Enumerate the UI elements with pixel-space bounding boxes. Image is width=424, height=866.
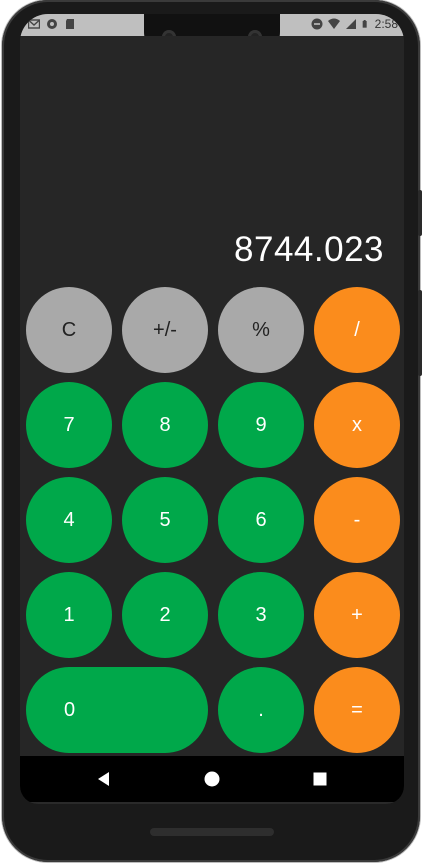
sd-card-icon <box>66 19 74 29</box>
back-button[interactable] <box>94 770 114 788</box>
home-button[interactable] <box>202 770 222 788</box>
digit-3-button[interactable]: 3 <box>218 572 304 658</box>
bottom-speaker-grille <box>150 828 274 836</box>
digit-4-button[interactable]: 4 <box>26 477 112 563</box>
digit-2-button[interactable]: 2 <box>122 572 208 658</box>
digit-7-button[interactable]: 7 <box>26 382 112 468</box>
status-time: 2:58 <box>374 17 398 31</box>
screen: 2:58 8744.023 C +/- % / 7 8 9 x 4 5 6 - <box>20 14 404 804</box>
clear-button[interactable]: C <box>26 287 112 373</box>
status-left-icons <box>28 18 76 30</box>
decimal-button[interactable]: . <box>218 667 304 753</box>
percent-button[interactable]: % <box>218 287 304 373</box>
result-display: 8744.023 <box>234 230 384 269</box>
volume-button <box>418 290 422 376</box>
recents-button[interactable] <box>310 770 330 788</box>
digit-8-button[interactable]: 8 <box>122 382 208 468</box>
sign-toggle-button[interactable]: +/- <box>122 287 208 373</box>
wifi-icon <box>327 18 340 29</box>
digit-1-button[interactable]: 1 <box>26 572 112 658</box>
digit-5-button[interactable]: 5 <box>122 477 208 563</box>
add-button[interactable]: + <box>314 572 400 658</box>
signal-icon <box>345 19 356 29</box>
power-button <box>418 190 422 236</box>
equals-button[interactable]: = <box>314 667 400 753</box>
gmail-icon <box>28 19 40 29</box>
phone-frame: 2:58 8744.023 C +/- % / 7 8 9 x 4 5 6 - <box>2 0 422 862</box>
digit-9-button[interactable]: 9 <box>218 382 304 468</box>
back-icon <box>98 772 109 786</box>
recents-icon <box>313 772 327 786</box>
multiply-button[interactable]: x <box>314 382 400 468</box>
digit-6-button[interactable]: 6 <box>218 477 304 563</box>
divide-button[interactable]: / <box>314 287 400 373</box>
subtract-button[interactable]: - <box>314 477 400 563</box>
calculator-app: 8744.023 C +/- % / 7 8 9 x 4 5 6 - 1 2 3… <box>20 36 404 756</box>
circle-icon <box>47 19 57 29</box>
home-icon <box>204 771 220 787</box>
battery-icon <box>362 20 367 28</box>
status-right-icons: 2:58 <box>311 17 398 31</box>
digit-0-button[interactable]: 0 <box>26 667 208 753</box>
dnd-icon <box>311 18 323 30</box>
navigation-bar <box>20 756 404 802</box>
